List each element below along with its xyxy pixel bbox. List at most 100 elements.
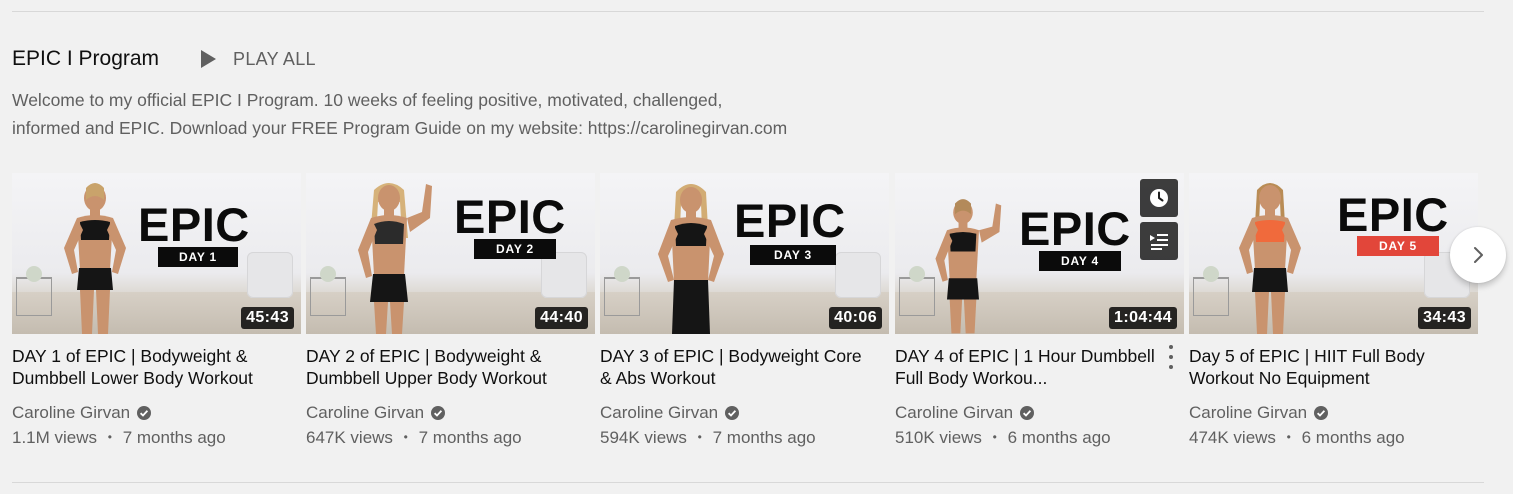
verified-check-icon xyxy=(724,405,740,421)
kebab-dot xyxy=(1169,345,1173,349)
thumbnail-plant xyxy=(614,266,630,282)
video-title[interactable]: Day 5 of EPIC | HIIT Full Body Workout N… xyxy=(1189,345,1457,389)
view-count: 647K views xyxy=(306,428,393,447)
video-row: EPIC DAY 1 45:43 DAY 1 of EPIC | Bodywei… xyxy=(12,173,1484,473)
upload-age: 6 months ago xyxy=(1007,428,1111,447)
channel-name[interactable]: Caroline Girvan xyxy=(306,401,424,425)
thumbnail-epic-text: EPIC xyxy=(734,194,846,247)
thumbnail-plant xyxy=(1203,266,1219,282)
video-thumbnail[interactable]: EPIC DAY 5 34:43 xyxy=(1189,173,1478,334)
upload-age: 7 months ago xyxy=(712,428,816,447)
channel-name[interactable]: Caroline Girvan xyxy=(895,401,1013,425)
meta-separator: • xyxy=(107,430,112,444)
more-vertical-icon[interactable] xyxy=(1167,345,1175,369)
play-all-label: PLAY ALL xyxy=(233,48,316,69)
thumbnail-side-table xyxy=(16,277,52,316)
thumbnail-person xyxy=(1239,183,1301,334)
video-title[interactable]: DAY 3 of EPIC | Bodyweight Core & Abs Wo… xyxy=(600,345,868,389)
duration-badge: 45:43 xyxy=(241,307,294,329)
channel-name[interactable]: Caroline Girvan xyxy=(12,401,130,425)
verified-check-icon xyxy=(430,405,446,421)
video-metadata: 647K views • 7 months ago xyxy=(306,425,595,450)
thumbnail-side-table xyxy=(604,277,640,316)
thumbnail-person xyxy=(935,199,1002,334)
thumbnail-epic-text: EPIC xyxy=(138,198,250,251)
thumbnail-sofa xyxy=(247,252,293,298)
thumbnail-day-badge: DAY 3 xyxy=(750,245,836,265)
thumbnail-epic-text: EPIC xyxy=(1019,202,1131,255)
play-all-button[interactable]: PLAY ALL xyxy=(199,49,316,70)
description-line-2: informed and EPIC. Download your FREE Pr… xyxy=(12,118,788,138)
video-metadata: 510K views • 6 months ago xyxy=(895,425,1184,450)
verified-check-icon xyxy=(1019,405,1035,421)
duration-badge: 40:06 xyxy=(829,307,882,329)
kebab-dot xyxy=(1169,355,1173,359)
video-thumbnail[interactable]: EPIC DAY 2 44:40 xyxy=(306,173,595,334)
play-icon xyxy=(199,50,217,68)
channel-name-row: Caroline Girvan xyxy=(306,401,595,425)
thumbnail-epic-text: EPIC xyxy=(454,190,566,243)
shelf-header: EPIC I Program PLAY ALL xyxy=(12,44,316,74)
shelf-title[interactable]: EPIC I Program xyxy=(12,44,159,74)
view-count: 1.1M views xyxy=(12,428,98,447)
add-to-queue-icon xyxy=(1150,234,1168,250)
thumbnail-day-badge: DAY 2 xyxy=(474,239,556,259)
channel-name-row: Caroline Girvan xyxy=(600,401,889,425)
video-thumbnail[interactable]: EPIC DAY 4 1:04:44 xyxy=(895,173,1184,334)
duration-badge: 34:43 xyxy=(1418,307,1471,329)
thumbnail-plant xyxy=(26,266,42,282)
meta-separator: • xyxy=(1286,430,1291,444)
channel-shelf: EPIC I Program PLAY ALL Welcome to my of… xyxy=(0,0,1513,494)
video-card[interactable]: EPIC DAY 2 44:40 DAY 2 of EPIC | Bodywei… xyxy=(306,173,595,450)
view-count: 594K views xyxy=(600,428,687,447)
shelf-description: Welcome to my official EPIC I Program. 1… xyxy=(12,86,872,142)
meta-separator: • xyxy=(992,430,997,444)
bottom-divider xyxy=(12,482,1484,483)
view-count: 474K views xyxy=(1189,428,1276,447)
thumbnail-person xyxy=(64,183,126,334)
duration-badge: 1:04:44 xyxy=(1109,307,1177,329)
video-metadata: 1.1M views • 7 months ago xyxy=(12,425,301,450)
thumbnail-epic-text: EPIC xyxy=(1337,188,1449,241)
view-count: 510K views xyxy=(895,428,982,447)
video-title[interactable]: DAY 2 of EPIC | Bodyweight & Dumbbell Up… xyxy=(306,345,574,389)
add-to-queue-button[interactable] xyxy=(1140,222,1178,260)
video-title[interactable]: DAY 4 of EPIC | 1 Hour Dumbbell Full Bod… xyxy=(895,345,1163,389)
video-card[interactable]: EPIC DAY 3 40:06 DAY 3 of EPIC | Bodywei… xyxy=(600,173,889,450)
verified-check-icon xyxy=(136,405,152,421)
meta-separator: • xyxy=(403,430,408,444)
thumbnail-side-table xyxy=(310,277,346,316)
thumbnail-plant xyxy=(320,266,336,282)
channel-name[interactable]: Caroline Girvan xyxy=(600,401,718,425)
kebab-dot xyxy=(1169,365,1173,369)
description-line-1: Welcome to my official EPIC I Program. 1… xyxy=(12,90,723,110)
channel-name-row: Caroline Girvan xyxy=(12,401,301,425)
verified-check-icon xyxy=(1313,405,1329,421)
thumbnail-day-badge: DAY 5 xyxy=(1357,236,1439,256)
video-card[interactable]: EPIC DAY 1 45:43 DAY 1 of EPIC | Bodywei… xyxy=(12,173,301,450)
shelf-next-button[interactable] xyxy=(1450,227,1506,283)
thumbnail-day-badge: DAY 4 xyxy=(1039,251,1121,271)
video-title[interactable]: DAY 1 of EPIC | Bodyweight & Dumbbell Lo… xyxy=(12,345,280,389)
channel-name[interactable]: Caroline Girvan xyxy=(1189,401,1307,425)
video-metadata: 594K views • 7 months ago xyxy=(600,425,889,450)
top-divider xyxy=(12,11,1484,12)
clock-icon xyxy=(1150,189,1168,207)
channel-name-row: Caroline Girvan xyxy=(895,401,1184,425)
thumbnail-person xyxy=(658,184,724,334)
chevron-right-icon xyxy=(1474,247,1483,263)
watch-later-button[interactable] xyxy=(1140,179,1178,217)
video-card[interactable]: EPIC DAY 5 34:43 Day 5 of EPIC | HIIT Fu… xyxy=(1189,173,1478,450)
video-card[interactable]: EPIC DAY 4 1:04:44 DAY 4 of EPIC | 1 Hou… xyxy=(895,173,1184,450)
thumbnail-sofa xyxy=(835,252,881,298)
upload-age: 6 months ago xyxy=(1301,428,1405,447)
upload-age: 7 months ago xyxy=(122,428,226,447)
channel-name-row: Caroline Girvan xyxy=(1189,401,1478,425)
video-thumbnail[interactable]: EPIC DAY 1 45:43 xyxy=(12,173,301,334)
video-metadata: 474K views • 6 months ago xyxy=(1189,425,1478,450)
meta-separator: • xyxy=(697,430,702,444)
thumbnail-person xyxy=(358,183,432,334)
thumbnail-side-table xyxy=(1193,277,1229,316)
video-thumbnail[interactable]: EPIC DAY 3 40:06 xyxy=(600,173,889,334)
upload-age: 7 months ago xyxy=(418,428,522,447)
